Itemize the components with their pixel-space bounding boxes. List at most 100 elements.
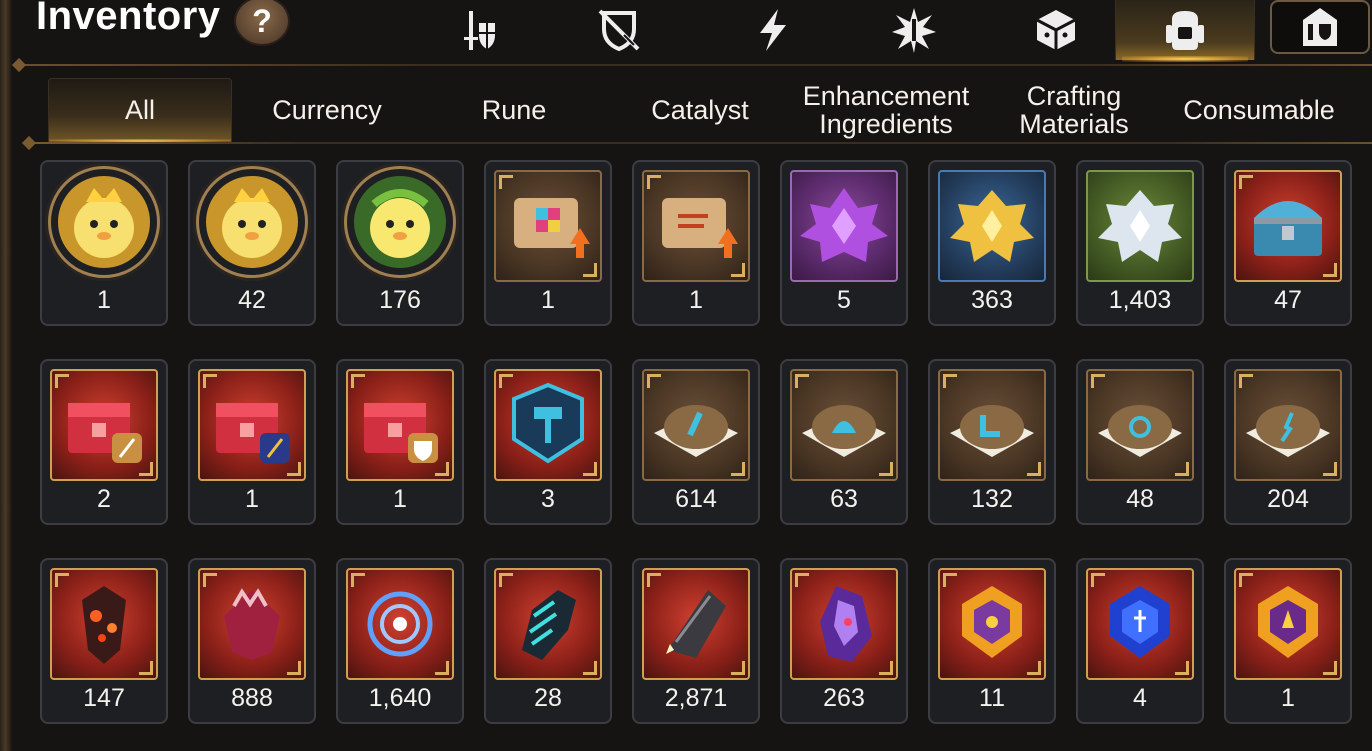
inventory-slot[interactable]: 2 [40, 359, 168, 525]
frame-corner [731, 661, 745, 675]
frame-corner [879, 661, 893, 675]
item-quantity: 204 [1267, 485, 1309, 513]
item-icon-frame [642, 170, 750, 282]
item-quantity: 363 [971, 286, 1013, 314]
item-quantity: 1,403 [1108, 286, 1172, 314]
tab-lightning[interactable] [723, 0, 823, 60]
item-quantity: 1 [393, 485, 407, 513]
frame-corner [647, 573, 661, 587]
frame-corner [1175, 462, 1189, 476]
red-chest-shield-icon [364, 403, 438, 463]
inventory-slot[interactable]: 11 [928, 558, 1056, 724]
inventory-slot[interactable]: 1 [1224, 558, 1352, 724]
frame-corner [731, 462, 745, 476]
inventory-slot[interactable]: 1 [632, 160, 760, 326]
filter-all[interactable]: All [48, 78, 232, 143]
inventory-slot[interactable]: 1,403 [1076, 160, 1204, 326]
item-icon-frame [642, 568, 750, 680]
inventory-slot[interactable]: 63 [780, 359, 908, 525]
inventory-slot[interactable]: 47 [1224, 160, 1352, 326]
cube-icon [1036, 10, 1076, 50]
frame-corner [1027, 462, 1041, 476]
item-quantity: 614 [675, 485, 717, 513]
frame-corner [1091, 573, 1105, 587]
inventory-slot[interactable]: 132 [928, 359, 1056, 525]
frame-corner [943, 374, 957, 388]
item-quantity: 888 [231, 684, 273, 712]
item-icon-frame [50, 568, 158, 680]
tab-cube[interactable] [1006, 0, 1106, 60]
frame-corner [583, 462, 597, 476]
chick-portrait-gold-icon [58, 176, 150, 268]
inventory-slot[interactable]: 147 [40, 558, 168, 724]
inventory-slot[interactable]: 4 [1076, 558, 1204, 724]
tab-backpack[interactable] [1115, 0, 1255, 62]
item-icon-frame [1086, 369, 1194, 481]
filter-crafting-materials[interactable]: Crafting Materials [990, 78, 1158, 142]
amber-gem-icon [962, 586, 1022, 658]
filter-currency[interactable]: Currency [242, 78, 412, 142]
red-chest-fire-icon [68, 403, 142, 463]
item-quantity: 1 [97, 286, 111, 314]
inventory-slot[interactable]: 363 [928, 160, 1056, 326]
inventory-slot[interactable]: 204 [1224, 359, 1352, 525]
frame-corner [287, 661, 301, 675]
inventory-slot[interactable]: 5 [780, 160, 908, 326]
lightning-icon [760, 9, 786, 51]
purple-crystal-icon [800, 188, 888, 262]
item-quantity: 3 [541, 485, 555, 513]
frame-corner [583, 263, 597, 277]
item-quantity: 1 [541, 286, 555, 314]
item-quantity: 47 [1274, 286, 1302, 314]
frame-corner [795, 573, 809, 587]
frame-corner [795, 374, 809, 388]
frame-corner [203, 374, 217, 388]
item-quantity: 48 [1126, 485, 1154, 513]
inventory-slot[interactable]: 1,640 [336, 558, 464, 724]
item-quantity: 63 [830, 485, 858, 513]
topaz-gem-icon [1258, 586, 1318, 658]
rainbow-scroll-icon [514, 198, 590, 258]
inventory-slot[interactable]: 888 [188, 558, 316, 724]
filter-catalyst[interactable]: Catalyst [616, 78, 784, 142]
inventory-slot[interactable]: 1 [188, 359, 316, 525]
castle-icon [1303, 8, 1337, 46]
inventory-slot[interactable]: 2,871 [632, 558, 760, 724]
item-icon-frame [938, 369, 1046, 481]
inventory-slot[interactable]: 1 [484, 160, 612, 326]
frame-corner [55, 374, 69, 388]
filter-enhancement-ingredients[interactable]: Enhancement Ingredients [794, 78, 978, 142]
frame-corner [1323, 263, 1337, 277]
tab-burst[interactable] [864, 0, 964, 60]
tab-broken-shield[interactable] [569, 0, 669, 60]
filter-rune[interactable]: Rune [432, 78, 596, 142]
sword-shield-icon [464, 11, 495, 50]
inventory-slot[interactable]: 3 [484, 359, 612, 525]
frame-corner [1091, 374, 1105, 388]
item-icon-frame [790, 568, 898, 680]
inventory-slot[interactable]: 48 [1076, 359, 1204, 525]
item-icon-frame [346, 568, 454, 680]
sand-rune-ring-icon [1098, 405, 1182, 457]
frame-corner [351, 374, 365, 388]
inventory-slot[interactable]: 1 [336, 359, 464, 525]
inventory-slot[interactable]: 614 [632, 359, 760, 525]
frame-corner [435, 661, 449, 675]
item-icon-frame [346, 369, 454, 481]
tab-castle[interactable] [1270, 0, 1370, 54]
item-icon-frame [1234, 568, 1342, 680]
inventory-slot[interactable]: 28 [484, 558, 612, 724]
inventory-slot[interactable]: 1 [40, 160, 168, 326]
inventory-slot[interactable]: 176 [336, 160, 464, 326]
frame-corner [55, 573, 69, 587]
inventory-slot[interactable]: 263 [780, 558, 908, 724]
hammer-rune-icon [512, 382, 584, 464]
frame-corner [351, 573, 365, 587]
inventory-slot[interactable]: 42 [188, 160, 316, 326]
sand-rune-boot-icon [950, 405, 1034, 457]
frame-corner [943, 573, 957, 587]
filter-consumable[interactable]: Consumable [1168, 78, 1350, 142]
chick-portrait-gold-icon [206, 176, 298, 268]
item-quantity: 5 [837, 286, 851, 314]
tab-sword-shield[interactable] [430, 0, 530, 60]
